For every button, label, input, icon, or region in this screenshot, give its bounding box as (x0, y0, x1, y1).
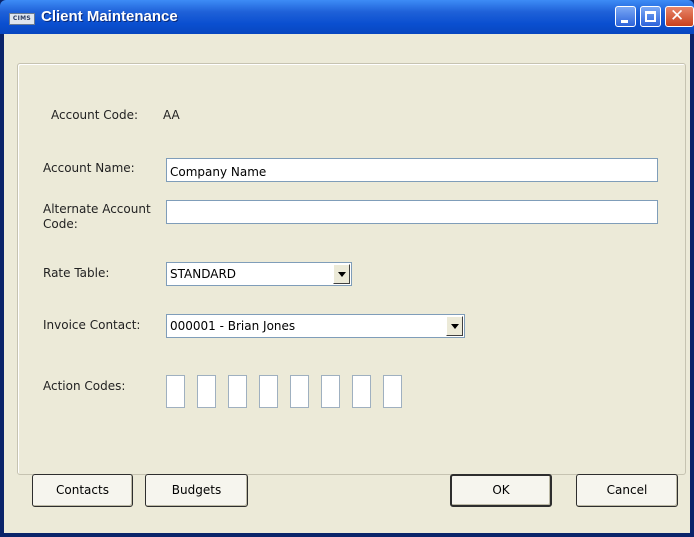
chevron-down-icon[interactable] (333, 264, 350, 284)
client-maintenance-window: CIMS Client Maintenance ✕ Account Code: … (0, 0, 694, 537)
invoice-contact-select[interactable]: 000001 - Brian Jones (166, 314, 465, 338)
action-code-box-8[interactable] (383, 375, 402, 408)
action-code-box-7[interactable] (352, 375, 371, 408)
rate-table-label: Rate Table: (43, 266, 110, 280)
contacts-button[interactable]: Contacts (32, 474, 133, 507)
minimize-button[interactable] (615, 6, 636, 27)
cancel-button[interactable]: Cancel (576, 474, 678, 507)
alternate-account-code-input[interactable] (166, 200, 658, 224)
maximize-button[interactable] (640, 6, 661, 27)
action-codes-label: Action Codes: (43, 379, 126, 393)
account-code-label: Account Code: (51, 108, 139, 122)
action-code-box-1[interactable] (166, 375, 185, 408)
ok-button[interactable]: OK (450, 474, 552, 507)
action-code-box-3[interactable] (228, 375, 247, 408)
account-name-label: Account Name: (43, 161, 135, 175)
dialog-body: Account Code: AA Account Name: Alternate… (4, 34, 690, 533)
action-code-box-5[interactable] (290, 375, 309, 408)
invoice-contact-selected: 000001 - Brian Jones (170, 319, 296, 333)
action-code-box-2[interactable] (197, 375, 216, 408)
alt-code-label-line1: Alternate Account (43, 202, 151, 216)
alt-code-label-line2: Code: (43, 217, 78, 231)
action-code-box-6[interactable] (321, 375, 340, 408)
close-icon: ✕ (670, 6, 685, 26)
alternate-account-code-label: Alternate Account Code: (43, 202, 163, 232)
title-bar[interactable]: CIMS Client Maintenance ✕ (0, 0, 694, 34)
budgets-button[interactable]: Budgets (145, 474, 248, 507)
account-code-value: AA (163, 108, 180, 122)
window-title: Client Maintenance (41, 8, 178, 25)
chevron-down-icon[interactable] (446, 316, 463, 336)
app-icon: CIMS (9, 13, 35, 25)
rate-table-selected: STANDARD (170, 267, 237, 281)
invoice-contact-label: Invoice Contact: (43, 318, 141, 332)
close-button[interactable]: ✕ (665, 6, 694, 27)
action-code-box-4[interactable] (259, 375, 278, 408)
account-name-input[interactable] (166, 158, 658, 182)
rate-table-select[interactable]: STANDARD (166, 262, 352, 286)
